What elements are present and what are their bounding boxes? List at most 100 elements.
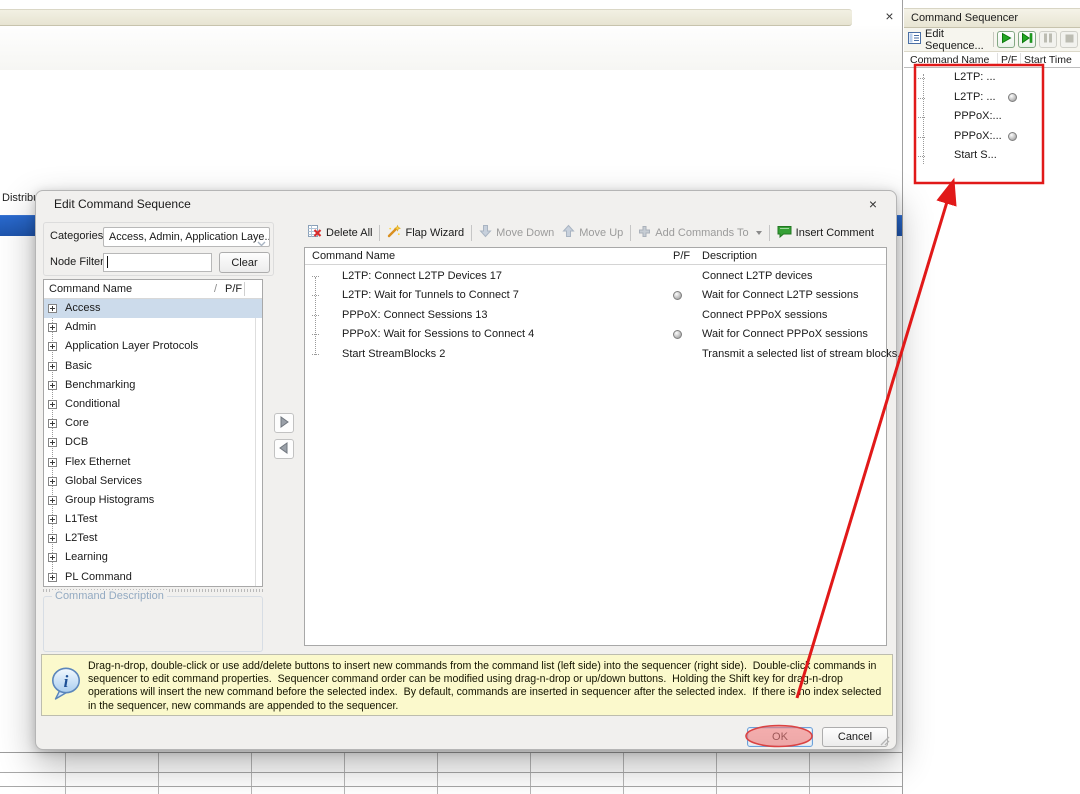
tree-item-benchmarking[interactable]: Benchmarking <box>44 376 262 395</box>
tree-item-label: Basic <box>65 360 92 372</box>
tree-item-learning[interactable]: Learning <box>44 548 262 567</box>
categories-dropdown[interactable]: Access, Admin, Application Laye... <box>103 227 270 247</box>
expander-plus-icon[interactable] <box>48 573 57 582</box>
resize-grip[interactable] <box>879 735 890 749</box>
expander-plus-icon[interactable] <box>48 553 57 562</box>
tree-item-l2test[interactable]: L2Test <box>44 529 262 548</box>
sequence-command-row[interactable]: L2TP: Wait for Tunnels to Connect 7Wait … <box>305 286 886 305</box>
pane-close-icon[interactable]: × <box>880 8 899 26</box>
info-text: Drag-n-drop, double-click or use add/del… <box>88 660 888 713</box>
sequencer-command-name: PPPoX:... <box>954 107 1002 127</box>
column-command-name[interactable]: Command Name <box>312 250 395 262</box>
node-filter-input[interactable] <box>103 253 212 272</box>
info-icon: i <box>51 667 81 704</box>
expander-plus-icon[interactable] <box>48 438 57 447</box>
description-cell: Transmit a selected list of stream block… <box>702 345 900 364</box>
add-to-sequence-button[interactable] <box>274 413 294 433</box>
tree-header: Command Name / P/F <box>44 280 262 299</box>
tree-item-global-services[interactable]: Global Services <box>44 472 262 491</box>
sequence-command-row[interactable]: PPPoX: Connect Sessions 13Connect PPPoX … <box>305 306 886 325</box>
tree-item-flex-ethernet[interactable]: Flex Ethernet <box>44 453 262 472</box>
dialog-close-icon[interactable]: × <box>858 194 888 216</box>
sequencer-command-name: L2TP: ... <box>954 68 996 88</box>
expander-plus-icon[interactable] <box>48 477 57 486</box>
expander-plus-icon[interactable] <box>48 362 57 371</box>
table-header: Command Name P/F Description <box>305 248 886 265</box>
tree-column-command-name[interactable]: Command Name <box>49 283 132 295</box>
text-caret <box>107 256 108 268</box>
tree-item-group-histograms[interactable]: Group Histograms <box>44 491 262 510</box>
tree-item-conditional[interactable]: Conditional <box>44 395 262 414</box>
delete-all-button[interactable]: Delete All <box>304 224 376 241</box>
tree-item-core[interactable]: Core <box>44 414 262 433</box>
expander-plus-icon[interactable] <box>48 419 57 428</box>
run-sequence-button[interactable] <box>997 31 1015 48</box>
column-pf[interactable]: P/F <box>673 250 690 262</box>
command-name-cell: L2TP: Wait for Tunnels to Connect 7 <box>342 286 519 305</box>
tree-item-access[interactable]: Access <box>44 299 262 318</box>
dialog-title: Edit Command Sequence <box>54 197 191 211</box>
tree-dash-icon <box>312 315 319 316</box>
expander-plus-icon[interactable] <box>48 304 57 313</box>
expander-plus-icon[interactable] <box>48 515 57 524</box>
insert-comment-icon <box>777 225 792 241</box>
sequence-command-row[interactable]: L2TP: Connect L2TP Devices 17Connect L2T… <box>305 267 886 286</box>
sequencer-row[interactable]: PPPoX:... <box>904 127 1080 147</box>
expander-plus-icon[interactable] <box>48 323 57 332</box>
tree-item-application-layer-protocols[interactable]: Application Layer Protocols <box>44 337 262 356</box>
tree-item-dcb[interactable]: DCB <box>44 433 262 452</box>
sequence-command-row[interactable]: Start StreamBlocks 2Transmit a selected … <box>305 345 886 364</box>
sequence-command-row[interactable]: PPPoX: Wait for Sessions to Connect 4Wai… <box>305 325 886 344</box>
command-name-cell: PPPoX: Connect Sessions 13 <box>342 306 488 325</box>
sequencer-column-headers: Command Name P/F Start Time <box>904 52 1080 68</box>
tree-item-basic[interactable]: Basic <box>44 357 262 376</box>
column-pf[interactable]: P/F <box>1001 54 1017 66</box>
expander-plus-icon[interactable] <box>48 496 57 505</box>
flap-wizard-button[interactable]: Flap Wizard <box>383 224 468 241</box>
column-command-name[interactable]: Command Name <box>910 54 989 66</box>
tree-item-pl-command[interactable]: PL Command <box>44 568 262 587</box>
tree-item-label: Flex Ethernet <box>65 456 130 468</box>
sequencer-row[interactable]: PPPoX:... <box>904 107 1080 127</box>
sequencer-row[interactable]: L2TP: ... <box>904 68 1080 88</box>
insert-comment-button[interactable]: Insert Comment <box>773 225 878 241</box>
tree-item-label: Admin <box>65 321 96 333</box>
add-commands-to-button[interactable]: Add Commands To <box>634 225 765 241</box>
tree-item-l1test[interactable]: L1Test <box>44 510 262 529</box>
chevron-down-icon <box>257 235 266 247</box>
move-down-button[interactable]: Move Down <box>475 224 558 241</box>
tree-dash-icon <box>312 354 319 355</box>
tree-dash-icon <box>918 137 925 138</box>
column-start-time[interactable]: Start Time <box>1024 54 1072 66</box>
tree-item-label: Learning <box>65 551 108 563</box>
sequencer-row[interactable]: L2TP: ... <box>904 88 1080 108</box>
pf-status-icon <box>673 330 682 339</box>
expander-plus-icon[interactable] <box>48 381 57 390</box>
column-description[interactable]: Description <box>702 250 757 262</box>
stop-button[interactable] <box>1060 31 1078 48</box>
tree-item-label: Access <box>65 302 100 314</box>
sequencer-row[interactable]: Start S... <box>904 146 1080 166</box>
categories-label: Categories: <box>50 230 106 242</box>
ok-button[interactable]: OK <box>747 727 813 747</box>
expander-plus-icon[interactable] <box>48 458 57 467</box>
pause-button[interactable] <box>1039 31 1057 48</box>
pf-status-icon <box>1008 93 1017 102</box>
command-tree: Command Name / P/F Access Admin Applicatio… <box>43 279 263 587</box>
run-to-end-button[interactable] <box>1018 31 1036 48</box>
expander-plus-icon[interactable] <box>48 400 57 409</box>
tree-item-admin[interactable]: Admin <box>44 318 262 337</box>
play-icon <box>1000 32 1012 47</box>
sequencer-panel-title: Command Sequencer <box>904 8 1080 28</box>
expander-plus-icon[interactable] <box>48 534 57 543</box>
command-name-cell: PPPoX: Wait for Sessions to Connect 4 <box>342 325 534 344</box>
edit-sequence-button[interactable]: Edit Sequence... <box>904 30 990 50</box>
clear-button[interactable]: Clear <box>219 252 270 273</box>
move-up-button[interactable]: Move Up <box>558 224 627 241</box>
sequencer-command-name: L2TP: ... <box>954 88 996 108</box>
expander-plus-icon[interactable] <box>48 342 57 351</box>
remove-from-sequence-button[interactable] <box>274 439 294 459</box>
tree-column-pf[interactable]: P/F <box>225 283 242 295</box>
add-plus-icon <box>638 225 651 241</box>
tree-item-label: L1Test <box>65 513 97 525</box>
